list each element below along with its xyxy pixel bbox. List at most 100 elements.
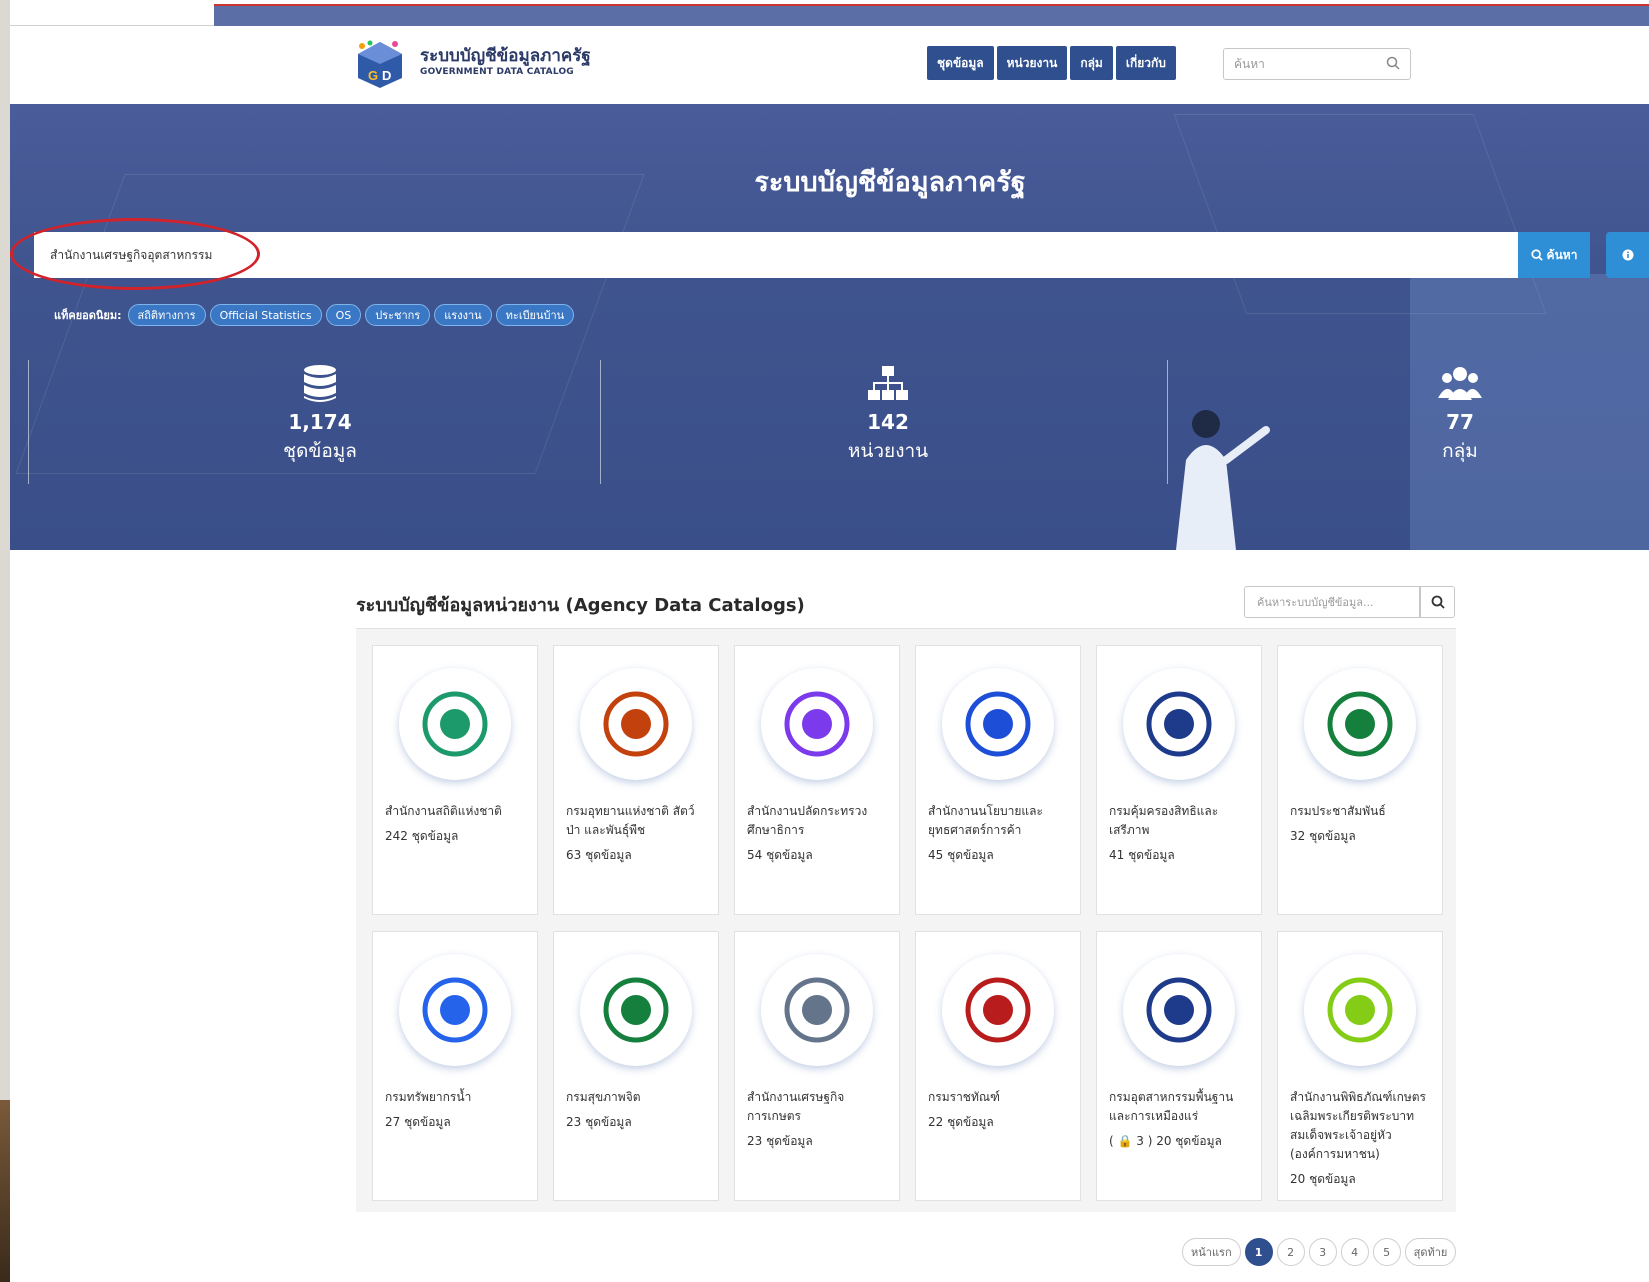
- catalog-name[interactable]: กรมคุ้มครองสิทธิและเสรีภาพ: [1109, 802, 1249, 840]
- header-search-input[interactable]: ค้นหา: [1223, 48, 1411, 80]
- popular-tags: แท็คยอดนิยม: สถิติทางการ Official Statis…: [54, 304, 575, 326]
- agency-logo-icon: [942, 668, 1054, 780]
- pager-last[interactable]: สุดท้าย: [1404, 1238, 1457, 1266]
- stat-datasets-label: ชุดข้อมูล: [283, 440, 357, 462]
- pager-page[interactable]: 1: [1244, 1238, 1273, 1266]
- catalog-name[interactable]: กรมอุทยานแห่งชาติ สัตว์ป่า และพันธุ์พืช: [566, 802, 706, 840]
- tag-chip[interactable]: ทะเบียนบ้าน: [495, 304, 575, 326]
- stat-groups-label: กลุ่ม: [1442, 440, 1478, 462]
- brand-subtitle: GOVERNMENT DATA CATALOG: [420, 67, 574, 77]
- catalog-search-input[interactable]: ค้นหาระบบบัญชีข้อมูล...: [1244, 586, 1420, 618]
- catalog-name[interactable]: กรมทรัพยากรน้ำ: [385, 1088, 525, 1107]
- stat-divider: [28, 360, 29, 484]
- agency-logo-icon: [761, 668, 873, 780]
- catalog-name[interactable]: สำนักงานเศรษฐกิจการเกษตร: [747, 1088, 887, 1126]
- catalog-card[interactable]: สำนักงานปลัดกระทรวงศึกษาธิการ 54 ชุดข้อม…: [734, 645, 900, 915]
- pager-page[interactable]: 5: [1372, 1238, 1401, 1266]
- gdc-logo-icon[interactable]: G D: [350, 38, 410, 90]
- catalog-count: 22 ชุดข้อมูล: [928, 1115, 994, 1129]
- agency-logo-icon: [761, 954, 873, 1066]
- database-icon: [304, 365, 336, 402]
- tag-chip[interactable]: แรงงาน: [434, 304, 492, 326]
- hero-info-button[interactable]: [1606, 232, 1649, 278]
- catalogs-panel: สำนักงานสถิติแห่งชาติ 242 ชุดข้อมูล กรมอ…: [356, 628, 1456, 1212]
- stat-datasets-value: 1,174: [288, 410, 352, 434]
- search-icon[interactable]: [1386, 56, 1400, 70]
- catalog-count: ( 🔒 3 ) 20 ชุดข้อมูล: [1109, 1134, 1222, 1148]
- agency-logo-icon: [399, 668, 511, 780]
- agency-logo-icon: [580, 668, 692, 780]
- pager-page[interactable]: 3: [1308, 1238, 1337, 1266]
- stat-datasets[interactable]: 1,174 ชุดข้อมูล: [220, 364, 420, 466]
- catalog-count: 242 ชุดข้อมูล: [385, 829, 459, 843]
- tags-label: แท็คยอดนิยม:: [54, 309, 122, 322]
- catalog-card[interactable]: กรมสุขภาพจิต 23 ชุดข้อมูล: [553, 931, 719, 1201]
- pager-page[interactable]: 2: [1276, 1238, 1305, 1266]
- svg-text:G: G: [368, 68, 378, 83]
- agency-logo-icon: [942, 954, 1054, 1066]
- hero-search-button[interactable]: ค้นหา: [1518, 232, 1590, 278]
- catalog-count: 63 ชุดข้อมูล: [566, 848, 632, 862]
- tag-chip[interactable]: OS: [325, 304, 362, 326]
- agency-logo-icon: [1123, 954, 1235, 1066]
- catalog-name[interactable]: สำนักงานปลัดกระทรวงศึกษาธิการ: [747, 802, 887, 840]
- hero-banner: ระบบบัญชีข้อมูลภาครัฐ สำนักงานเศรษฐกิจอุ…: [10, 104, 1649, 550]
- search-icon: [1530, 249, 1543, 261]
- catalog-card[interactable]: สำนักงานสถิติแห่งชาติ 242 ชุดข้อมูล: [372, 645, 538, 915]
- brand-title[interactable]: ระบบบัญชีข้อมูลภาครัฐ: [420, 42, 591, 69]
- catalog-count: 41 ชุดข้อมูล: [1109, 848, 1175, 862]
- agency-logo-icon: [580, 954, 692, 1066]
- catalog-card[interactable]: กรมอุตสาหกรรมพื้นฐานและการเหมืองแร่ ( 🔒 …: [1096, 931, 1262, 1201]
- stat-groups[interactable]: 77 กลุ่ม: [1360, 364, 1560, 466]
- nav-datasets[interactable]: ชุดข้อมูล: [927, 46, 994, 80]
- catalog-count: 45 ชุดข้อมูล: [928, 848, 994, 862]
- catalog-card[interactable]: กรมอุทยานแห่งชาติ สัตว์ป่า และพันธุ์พืช …: [553, 645, 719, 915]
- agency-logo-icon: [1123, 668, 1235, 780]
- site-header: G D ระบบบัญชีข้อมูลภาครัฐ GOVERNMENT DAT…: [10, 26, 1649, 104]
- catalog-name[interactable]: กรมสุขภาพจิต: [566, 1088, 706, 1107]
- catalog-name[interactable]: สำนักงานพิพิธภัณฑ์เกษตรเฉลิมพระเกียรติพร…: [1290, 1088, 1430, 1164]
- catalog-card[interactable]: กรมราชทัณฑ์ 22 ชุดข้อมูล: [915, 931, 1081, 1201]
- stat-groups-value: 77: [1446, 410, 1474, 434]
- stat-divider: [600, 360, 601, 484]
- search-icon: [1431, 595, 1445, 609]
- catalog-name[interactable]: กรมราชทัณฑ์: [928, 1088, 1068, 1107]
- tag-chip[interactable]: ประชากร: [365, 304, 431, 326]
- top-bar: [214, 4, 1649, 26]
- catalog-card[interactable]: สำนักงานเศรษฐกิจการเกษตร 23 ชุดข้อมูล: [734, 931, 900, 1201]
- main-nav: ชุดข้อมูล หน่วยงาน กลุ่ม เกี่ยวกับ: [927, 46, 1176, 80]
- header-search-placeholder: ค้นหา: [1234, 56, 1265, 71]
- info-icon: [1622, 249, 1633, 261]
- tag-chip[interactable]: สถิติทางการ: [127, 304, 206, 326]
- catalog-name[interactable]: สำนักงานสถิติแห่งชาติ: [385, 802, 525, 821]
- hero-title: ระบบบัญชีข้อมูลภาครัฐ: [754, 167, 1026, 198]
- catalog-search-button[interactable]: [1420, 586, 1455, 618]
- catalog-name[interactable]: สำนักงานนโยบายและยุทธศาสตร์การค้า: [928, 802, 1068, 840]
- catalog-name[interactable]: กรมประชาสัมพันธ์: [1290, 802, 1430, 821]
- nav-groups[interactable]: กลุ่ม: [1070, 46, 1113, 80]
- pager-page[interactable]: 4: [1340, 1238, 1369, 1266]
- agency-logo-icon: [399, 954, 511, 1066]
- stat-agencies-label: หน่วยงาน: [847, 440, 929, 462]
- pager-first[interactable]: หน้าแรก: [1182, 1238, 1241, 1266]
- illustration-person-icon: [1176, 410, 1270, 550]
- catalog-count: 20 ชุดข้อมูล: [1290, 1172, 1356, 1186]
- agency-logo-icon: [1304, 954, 1416, 1066]
- catalog-count: 23 ชุดข้อมูล: [566, 1115, 632, 1129]
- page-frame: G D ระบบบัญชีข้อมูลภาครัฐ GOVERNMENT DAT…: [10, 0, 1649, 1282]
- users-icon: [1438, 367, 1482, 400]
- catalog-card[interactable]: สำนักงานพิพิธภัณฑ์เกษตรเฉลิมพระเกียรติพร…: [1277, 931, 1443, 1201]
- catalog-count: 54 ชุดข้อมูล: [747, 848, 813, 862]
- catalog-card[interactable]: กรมประชาสัมพันธ์ 32 ชุดข้อมูล: [1277, 645, 1443, 915]
- catalog-card[interactable]: สำนักงานนโยบายและยุทธศาสตร์การค้า 45 ชุด…: [915, 645, 1081, 915]
- catalog-card[interactable]: กรมทรัพยากรน้ำ 27 ชุดข้อมูล: [372, 931, 538, 1201]
- stat-agencies[interactable]: 142 หน่วยงาน: [788, 364, 988, 466]
- nav-about[interactable]: เกี่ยวกับ: [1115, 46, 1176, 80]
- catalog-card[interactable]: กรมคุ้มครองสิทธิและเสรีภาพ 41 ชุดข้อมูล: [1096, 645, 1262, 915]
- tag-chip[interactable]: Official Statistics: [209, 304, 322, 326]
- catalog-name[interactable]: กรมอุตสาหกรรมพื้นฐานและการเหมืองแร่: [1109, 1088, 1249, 1126]
- catalog-count: 32 ชุดข้อมูล: [1290, 829, 1356, 843]
- pagination: หน้าแรก 1 2 3 4 5 สุดท้าย: [1182, 1238, 1457, 1266]
- nav-agencies[interactable]: หน่วยงาน: [996, 46, 1068, 80]
- agency-logo-icon: [1304, 668, 1416, 780]
